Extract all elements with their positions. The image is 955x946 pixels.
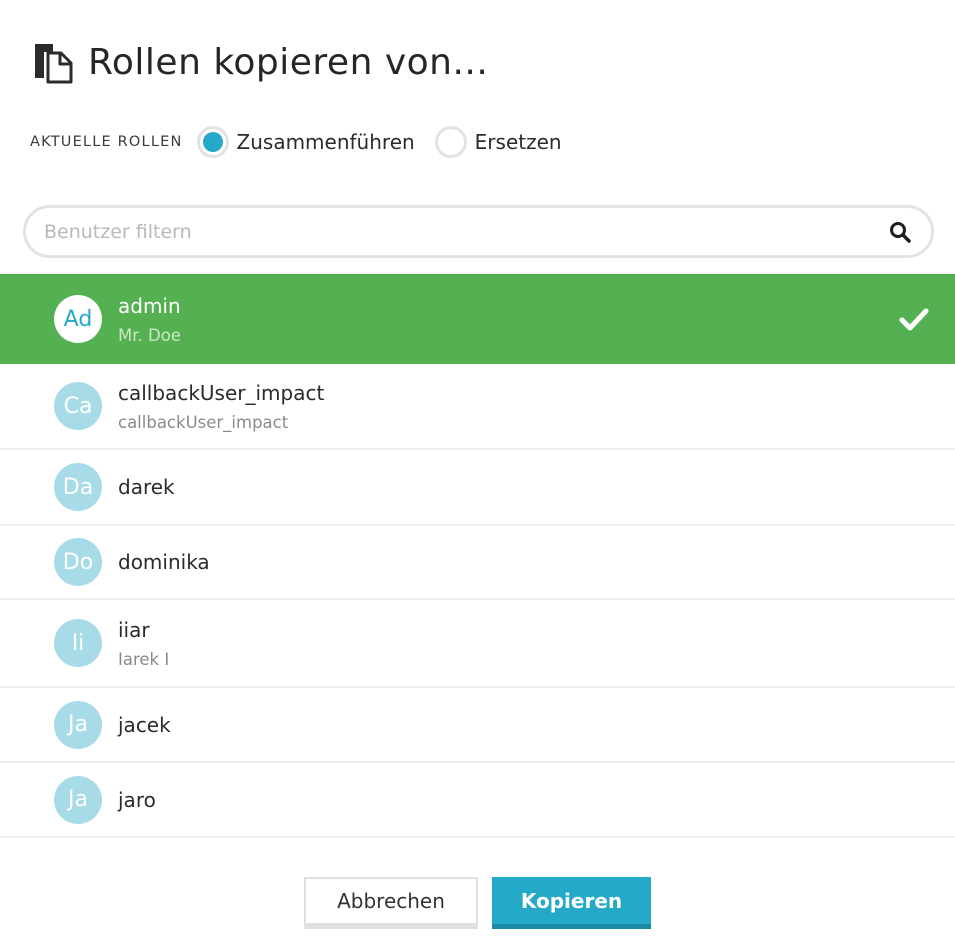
radio-replace-indicator[interactable]	[434, 126, 467, 158]
user-text: darek	[118, 475, 175, 499]
cancel-button[interactable]: Abbrechen	[304, 877, 478, 929]
user-text: callbackUser_impact callbackUser_impact	[118, 381, 324, 432]
list-item-jaro[interactable]: Ja jaro	[0, 763, 955, 838]
user-name: admin	[118, 293, 181, 318]
current-roles-label: AKTUELLE ROLLEN	[30, 134, 183, 150]
list-item-dominika[interactable]: Do dominika	[0, 526, 955, 600]
user-list: Ad admin Mr. Doe Ca callbackUser_impact …	[0, 274, 955, 838]
list-item-callbackuser[interactable]: Ca callbackUser_impact callbackUser_impa…	[0, 364, 955, 450]
avatar: Da	[54, 463, 102, 511]
user-name: jacek	[118, 712, 171, 737]
user-name: dominika	[118, 550, 210, 574]
list-item-darek[interactable]: Da darek	[0, 450, 955, 526]
user-filter	[23, 205, 934, 258]
copy-button[interactable]: Kopieren	[492, 877, 651, 929]
user-name: callbackUser_impact	[118, 380, 325, 405]
avatar: Ca	[54, 382, 102, 430]
search-input[interactable]	[42, 210, 885, 253]
user-text: jacek	[118, 713, 171, 737]
avatar: Ad	[54, 295, 102, 343]
list-item-iiar[interactable]: Ii iiar Iarek I	[0, 600, 955, 688]
avatar: Do	[54, 538, 102, 586]
avatar: Ja	[54, 775, 102, 824]
current-roles-mode: AKTUELLE ROLLEN Zusammenführen Ersetzen	[30, 122, 582, 162]
radio-merge[interactable]: Zusammenführen	[196, 126, 415, 158]
list-item-jacek[interactable]: Ja jacek	[0, 688, 955, 763]
user-fullname: Iarek I	[118, 649, 170, 669]
copy-document-icon	[32, 40, 74, 84]
user-fullname: callbackUser_impact	[118, 412, 289, 432]
user-name: iiar	[118, 617, 150, 642]
user-text: dominika	[118, 550, 210, 574]
dialog-footer: Abbrechen Kopieren	[0, 877, 955, 929]
user-text: admin Mr. Doe	[118, 294, 181, 345]
radio-replace-label[interactable]: Ersetzen	[475, 130, 562, 154]
radio-merge-label[interactable]: Zusammenführen	[237, 130, 415, 154]
page-title: Rollen kopieren von...	[88, 41, 489, 83]
search-icon[interactable]	[885, 217, 915, 247]
list-item-admin[interactable]: Ad admin Mr. Doe	[0, 274, 955, 364]
dialog-header: Rollen kopieren von...	[32, 34, 488, 90]
radio-merge-indicator[interactable]	[196, 126, 229, 158]
user-name: darek	[118, 475, 175, 499]
avatar: Ii	[54, 619, 102, 667]
avatar: Ja	[54, 700, 102, 749]
user-text: iiar Iarek I	[118, 618, 169, 669]
user-name: jaro	[118, 787, 156, 812]
radio-replace[interactable]: Ersetzen	[434, 126, 562, 158]
checkmark-icon	[899, 307, 929, 331]
user-text: jaro	[118, 788, 156, 812]
radio-selected-dot	[202, 132, 223, 152]
user-fullname: Mr. Doe	[118, 325, 181, 345]
